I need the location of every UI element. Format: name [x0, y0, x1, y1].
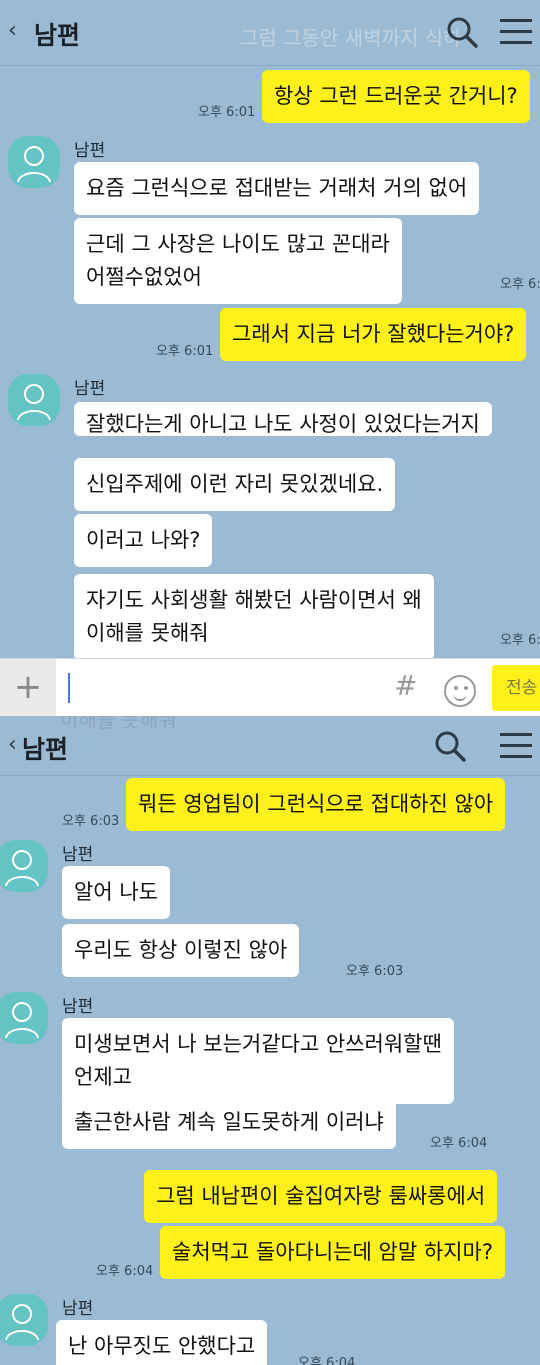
search-icon[interactable]	[446, 16, 478, 48]
chat-title: 남편	[34, 21, 81, 50]
message-line: 근데 그 사장은 나이도 많고 꼰대라	[86, 232, 390, 256]
message-line: 언제고	[74, 1065, 132, 1089]
message-line: 자기도 사회생활 해봤던 사람이면서 왜	[86, 588, 422, 612]
message-line: 이해를 못해줘	[86, 621, 209, 645]
avatar[interactable]	[8, 374, 60, 426]
notification-preview: 그럼 그동안 새벽까지 식하	[240, 26, 462, 50]
message-time: 오후 6:03	[346, 964, 404, 979]
message-time: 오후 6:03	[62, 814, 120, 829]
message-time: 오후 6:01	[156, 344, 214, 359]
default-profile-icon	[5, 1304, 39, 1341]
message-time: 오후 6:01	[198, 105, 256, 120]
plus-icon[interactable]: +	[0, 659, 56, 716]
message-time: 오후 6:	[500, 633, 540, 648]
back-icon[interactable]: ‹	[8, 18, 17, 43]
outgoing-message[interactable]: 뭐든 영업팀이 그런식으로 접대하진 않아	[126, 778, 506, 831]
chat-title: 남편	[22, 735, 69, 764]
default-profile-icon	[17, 384, 51, 421]
sender-name: 남편	[74, 141, 106, 161]
menu-icon[interactable]	[500, 733, 532, 761]
message-input-bar: + # 전송	[0, 658, 540, 716]
menu-icon[interactable]	[500, 19, 532, 47]
back-icon[interactable]: ‹	[8, 732, 17, 757]
chat-header: ‹ 남편 그럼 그동안 새벽까지 식하	[0, 0, 540, 66]
previous-message-peek: 이해를 못해줘	[60, 716, 177, 732]
outgoing-message[interactable]: 항상 그런 드러운곳 간거니?	[262, 70, 530, 123]
message-time: 오후 6:04	[430, 1136, 488, 1151]
message-line: 미생보면서 나 보는거같다고 안쓰러워할땐	[74, 1032, 442, 1056]
incoming-message[interactable]: 미생보면서 나 보는거같다고 안쓰러워할땐 언제고	[62, 1018, 454, 1104]
message-input[interactable]	[68, 673, 70, 703]
message-line: 어쩔수없었어	[86, 265, 202, 289]
incoming-message[interactable]: 잘했다는게 아니고 나도 사정이 있었다는거지	[74, 402, 492, 436]
incoming-message[interactable]: 알어 나도	[62, 866, 170, 919]
outgoing-message[interactable]: 그럼 내남편이 술집여자랑 룸싸롱에서	[144, 1170, 498, 1223]
message-time: 오후 6:	[500, 277, 540, 292]
chat-header: 이해를 못해줘 ‹ 남편	[0, 716, 540, 776]
chat-screen-bottom: 이해를 못해줘 ‹ 남편 뭐든 영업팀이 그런식으로 접대하진 않아 오후 6:…	[0, 716, 540, 1365]
incoming-message[interactable]: 자기도 사회생활 해봤던 사람이면서 왜 이해를 못해줘	[74, 574, 434, 660]
default-profile-icon	[5, 850, 39, 887]
incoming-message[interactable]: 신입주제에 이런 자리 못있겠네요.	[74, 458, 396, 511]
search-icon[interactable]	[434, 730, 466, 762]
sender-name: 남편	[74, 379, 106, 399]
emoticon-icon[interactable]	[444, 675, 476, 707]
incoming-message[interactable]: 난 아무짓도 안했다고	[56, 1320, 268, 1365]
incoming-message[interactable]: 출근한사람 계속 일도못하게 이러냐	[62, 1096, 396, 1149]
sender-name: 남편	[62, 997, 94, 1017]
avatar[interactable]	[0, 1294, 48, 1346]
default-profile-icon	[5, 1002, 39, 1039]
incoming-message[interactable]: 요즘 그런식으로 접대받는 거래처 거의 없어	[74, 162, 480, 215]
incoming-message[interactable]: 이러고 나와?	[74, 514, 213, 567]
incoming-message[interactable]: 근데 그 사장은 나이도 많고 꼰대라 어쩔수없었어	[74, 218, 402, 304]
sender-name: 남편	[62, 845, 94, 865]
message-time: 오후 6:04	[298, 1356, 356, 1365]
default-profile-icon	[17, 146, 51, 183]
hashtag-icon[interactable]: #	[394, 669, 417, 702]
avatar[interactable]	[0, 992, 48, 1044]
sender-name: 남편	[62, 1299, 94, 1319]
chat-screen-top: ‹ 남편 그럼 그동안 새벽까지 식하 항상 그런 드러운곳 간거니? 오후 6…	[0, 0, 540, 716]
avatar[interactable]	[8, 136, 60, 188]
incoming-message[interactable]: 우리도 항상 이렇진 않아	[62, 924, 300, 977]
send-button[interactable]: 전송	[492, 665, 540, 711]
outgoing-message[interactable]: 그래서 지금 너가 잘했다는거야?	[220, 308, 527, 361]
message-time: 오후 6:04	[96, 1264, 154, 1279]
outgoing-message[interactable]: 술처먹고 돌아다니는데 암말 하지마?	[160, 1226, 505, 1279]
avatar[interactable]	[0, 840, 48, 892]
